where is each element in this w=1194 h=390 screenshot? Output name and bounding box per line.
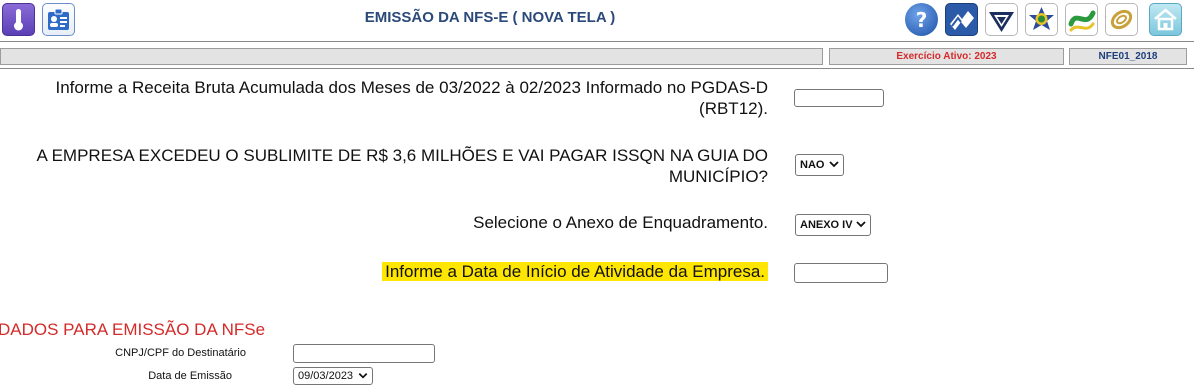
data-emissao-select[interactable]: 09/03/2023 — [293, 367, 373, 385]
rbt12-question: Informe a Receita Bruta Acumulada dos Me… — [8, 77, 768, 119]
infinity-logo-icon[interactable] — [1105, 3, 1138, 36]
anexo-select[interactable]: ANEXO IV — [795, 214, 871, 236]
status-left-panel — [0, 48, 823, 65]
svg-text:?: ? — [916, 8, 928, 32]
simples-nacional-icon[interactable] — [1065, 3, 1098, 36]
screen-code-label: NFE01_2018 — [1069, 48, 1187, 65]
data-inicio-question: Informe a Data de Início de Atividade da… — [8, 261, 768, 282]
municipality-logo-icon[interactable] — [945, 3, 978, 36]
brasil-coat-of-arms-icon[interactable] — [1025, 3, 1058, 36]
cnpj-label: CNPJ/CPF do Destinatário — [115, 347, 246, 359]
header-divider — [0, 41, 1194, 42]
page-title: EMISSÃO DA NFS-E ( NOVA TELA ) — [364, 9, 616, 26]
exercicio-ativo-label: Exercício Ativo: 2023 — [829, 48, 1064, 65]
top-toolbar: EMISSÃO DA NFS-E ( NOVA TELA ) ? — [0, 0, 1194, 40]
rbt12-input[interactable] — [794, 89, 884, 107]
sublimite-question-text: A EMPRESA EXCEDEU O SUBLIMITE DE R$ 3,6 … — [36, 146, 768, 186]
chevron-down-icon — [829, 161, 839, 168]
home-icon[interactable] — [1149, 3, 1182, 36]
data-emissao-label: Data de Emissão — [148, 370, 232, 382]
chevron-down-icon — [856, 221, 866, 228]
anexo-question: Selecione o Anexo de Enquadramento. — [8, 212, 768, 233]
sublimite-select-value: NAO — [800, 159, 825, 171]
cnpj-input[interactable] — [293, 344, 435, 363]
receita-federal-icon[interactable] — [985, 3, 1018, 36]
anexo-select-value: ANEXO IV — [800, 219, 853, 231]
status-divider — [0, 68, 1194, 69]
data-inicio-question-text: Informe a Data de Início de Atividade da… — [382, 262, 768, 281]
status-bar: Exercício Ativo: 2023 NFE01_2018 — [0, 47, 1194, 67]
chevron-down-icon — [358, 373, 368, 379]
sublimite-select[interactable]: NAO — [795, 154, 844, 176]
data-inicio-input[interactable] — [794, 263, 888, 283]
help-icon[interactable]: ? — [905, 3, 938, 36]
rbt12-question-text: Informe a Receita Bruta Acumulada dos Me… — [55, 78, 768, 118]
data-emissao-value: 09/03/2023 — [298, 370, 354, 382]
anexo-question-text: Selecione o Anexo de Enquadramento. — [473, 213, 768, 232]
sublimite-question: A EMPRESA EXCEDEU O SUBLIMITE DE R$ 3,6 … — [8, 145, 768, 187]
section-title: DADOS PARA EMISSÃO DA NFSe — [0, 320, 266, 339]
